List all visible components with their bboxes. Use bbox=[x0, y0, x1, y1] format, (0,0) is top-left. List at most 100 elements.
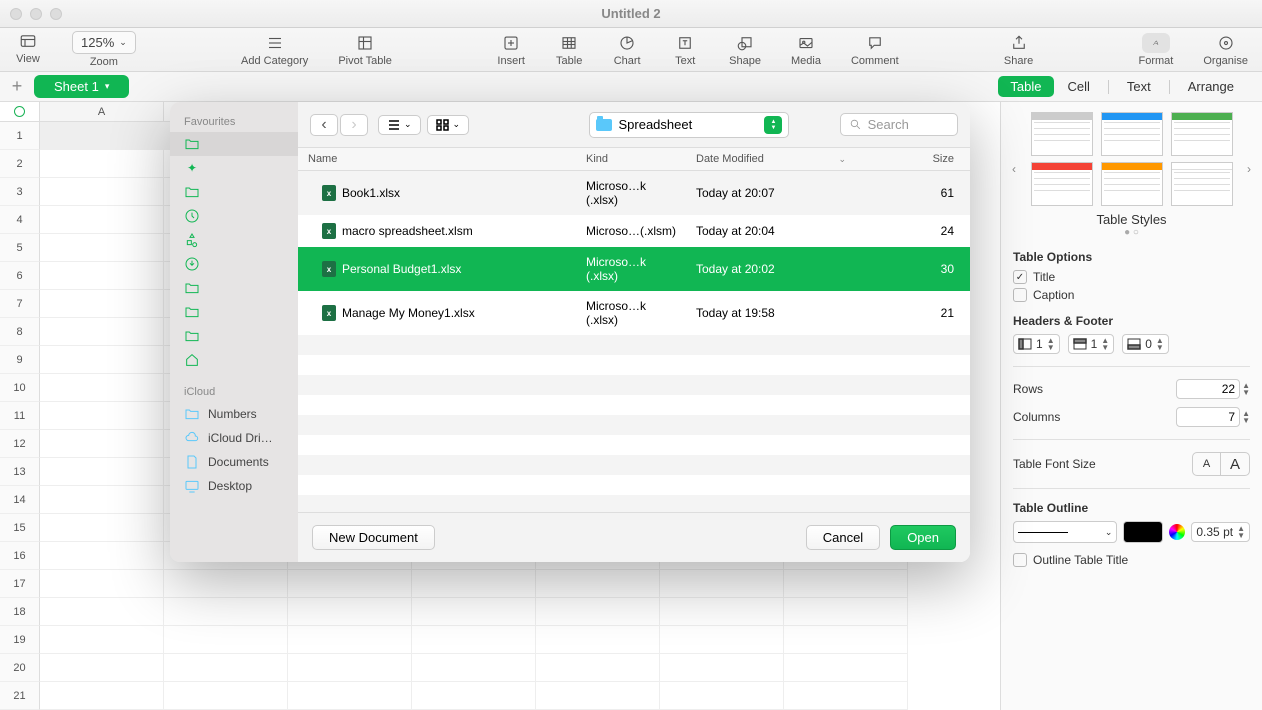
cell[interactable] bbox=[40, 150, 164, 178]
cell[interactable] bbox=[412, 654, 536, 682]
header-columns-stepper[interactable]: 1▲▼ bbox=[1013, 334, 1060, 354]
comment-button[interactable]: Comment bbox=[851, 33, 899, 67]
pivot-table-button[interactable]: Pivot Table bbox=[338, 33, 392, 67]
cell[interactable] bbox=[40, 402, 164, 430]
cell[interactable] bbox=[412, 626, 536, 654]
font-increase-button[interactable]: A bbox=[1221, 453, 1249, 475]
table-button[interactable]: Table bbox=[555, 33, 583, 67]
organise-button[interactable]: Organise bbox=[1203, 33, 1248, 67]
sidebar-apps-item[interactable] bbox=[170, 228, 298, 252]
sidebar-documents-item[interactable]: Documents bbox=[170, 450, 298, 474]
kind-column-header[interactable]: Kind bbox=[576, 148, 686, 170]
row-header[interactable]: 15 bbox=[0, 514, 40, 542]
sidebar-folder-item[interactable] bbox=[170, 300, 298, 324]
cell[interactable] bbox=[40, 542, 164, 570]
sidebar-folder-item[interactable] bbox=[170, 132, 298, 156]
cell[interactable] bbox=[660, 682, 784, 710]
cell[interactable] bbox=[536, 626, 660, 654]
cell[interactable] bbox=[40, 290, 164, 318]
row-header[interactable]: 20 bbox=[0, 654, 40, 682]
cell[interactable] bbox=[164, 654, 288, 682]
search-field[interactable]: Search bbox=[840, 113, 958, 136]
cell[interactable] bbox=[660, 598, 784, 626]
cell[interactable] bbox=[40, 514, 164, 542]
cell[interactable] bbox=[660, 626, 784, 654]
row-header[interactable]: 18 bbox=[0, 598, 40, 626]
inspector-tab-text[interactable]: Text bbox=[1115, 76, 1163, 97]
sidebar-downloads-item[interactable] bbox=[170, 252, 298, 276]
open-button[interactable]: Open bbox=[890, 525, 956, 550]
cell[interactable] bbox=[40, 178, 164, 206]
file-row[interactable]: xPersonal Budget1.xlsx Microso…k (.xlsx)… bbox=[298, 247, 970, 291]
cell[interactable] bbox=[40, 122, 164, 150]
row-header[interactable]: 5 bbox=[0, 234, 40, 262]
cell[interactable] bbox=[40, 626, 164, 654]
format-button[interactable]: Format bbox=[1139, 33, 1174, 67]
group-view-button[interactable]: ⌄ bbox=[427, 115, 470, 135]
file-row[interactable]: xManage My Money1.xlsx Microso…k (.xlsx)… bbox=[298, 291, 970, 335]
cell[interactable] bbox=[412, 598, 536, 626]
row-header[interactable]: 9 bbox=[0, 346, 40, 374]
cell[interactable] bbox=[784, 682, 908, 710]
row-header[interactable]: 12 bbox=[0, 430, 40, 458]
sidebar-numbers-item[interactable]: Numbers bbox=[170, 402, 298, 426]
shape-button[interactable]: Shape bbox=[729, 33, 761, 67]
outline-color-well[interactable] bbox=[1123, 521, 1163, 543]
forward-button[interactable]: › bbox=[340, 114, 368, 136]
cell[interactable] bbox=[40, 262, 164, 290]
columns-stepper-arrows[interactable]: ▲▼ bbox=[1242, 410, 1250, 424]
cell[interactable] bbox=[288, 626, 412, 654]
cell[interactable] bbox=[164, 682, 288, 710]
back-button[interactable]: ‹ bbox=[310, 114, 338, 136]
text-button[interactable]: Text bbox=[671, 33, 699, 67]
cancel-button[interactable]: Cancel bbox=[806, 525, 880, 550]
cell[interactable] bbox=[164, 626, 288, 654]
columns-input[interactable] bbox=[1176, 407, 1240, 427]
title-checkbox[interactable]: ✓ bbox=[1013, 270, 1027, 284]
row-header[interactable]: 14 bbox=[0, 486, 40, 514]
size-column-header[interactable]: Size bbox=[856, 148, 970, 170]
cell[interactable] bbox=[40, 346, 164, 374]
cell[interactable] bbox=[40, 598, 164, 626]
font-decrease-button[interactable]: A bbox=[1193, 453, 1221, 475]
outline-title-checkbox[interactable] bbox=[1013, 553, 1027, 567]
row-header[interactable]: 17 bbox=[0, 570, 40, 598]
sidebar-recents-item[interactable] bbox=[170, 204, 298, 228]
select-all-corner[interactable] bbox=[0, 102, 40, 122]
row-header[interactable]: 8 bbox=[0, 318, 40, 346]
cell[interactable] bbox=[164, 570, 288, 598]
table-style-thumb[interactable] bbox=[1171, 112, 1233, 156]
cell[interactable] bbox=[288, 570, 412, 598]
cell[interactable] bbox=[660, 570, 784, 598]
cell[interactable] bbox=[536, 570, 660, 598]
rows-input[interactable] bbox=[1176, 379, 1240, 399]
cell[interactable] bbox=[288, 654, 412, 682]
table-style-thumb[interactable] bbox=[1031, 112, 1093, 156]
sidebar-folder-item[interactable] bbox=[170, 324, 298, 348]
table-style-thumb[interactable] bbox=[1171, 162, 1233, 206]
zoom-control[interactable]: 125%⌄ Zoom bbox=[72, 31, 136, 68]
view-button[interactable]: View bbox=[14, 31, 42, 65]
inspector-tab-arrange[interactable]: Arrange bbox=[1176, 76, 1246, 97]
inspector-tab-table[interactable]: Table bbox=[998, 76, 1053, 97]
cell[interactable] bbox=[40, 570, 164, 598]
row-header[interactable]: 13 bbox=[0, 458, 40, 486]
sidebar-home-item[interactable] bbox=[170, 348, 298, 372]
chart-button[interactable]: Chart bbox=[613, 33, 641, 67]
row-header[interactable]: 6 bbox=[0, 262, 40, 290]
cell[interactable] bbox=[660, 654, 784, 682]
cell[interactable] bbox=[40, 206, 164, 234]
table-style-thumb[interactable] bbox=[1101, 162, 1163, 206]
share-button[interactable]: Share bbox=[1004, 33, 1033, 67]
insert-button[interactable]: Insert bbox=[497, 33, 525, 67]
row-header[interactable]: 7 bbox=[0, 290, 40, 318]
cell[interactable] bbox=[40, 682, 164, 710]
cell[interactable] bbox=[536, 682, 660, 710]
row-header[interactable]: 19 bbox=[0, 626, 40, 654]
cell[interactable] bbox=[784, 598, 908, 626]
row-header[interactable]: 2 bbox=[0, 150, 40, 178]
date-column-header[interactable]: Date Modified⌄ bbox=[686, 148, 856, 170]
media-button[interactable]: Media bbox=[791, 33, 821, 67]
cell[interactable] bbox=[288, 598, 412, 626]
list-view-button[interactable]: ⌄ bbox=[378, 115, 421, 135]
